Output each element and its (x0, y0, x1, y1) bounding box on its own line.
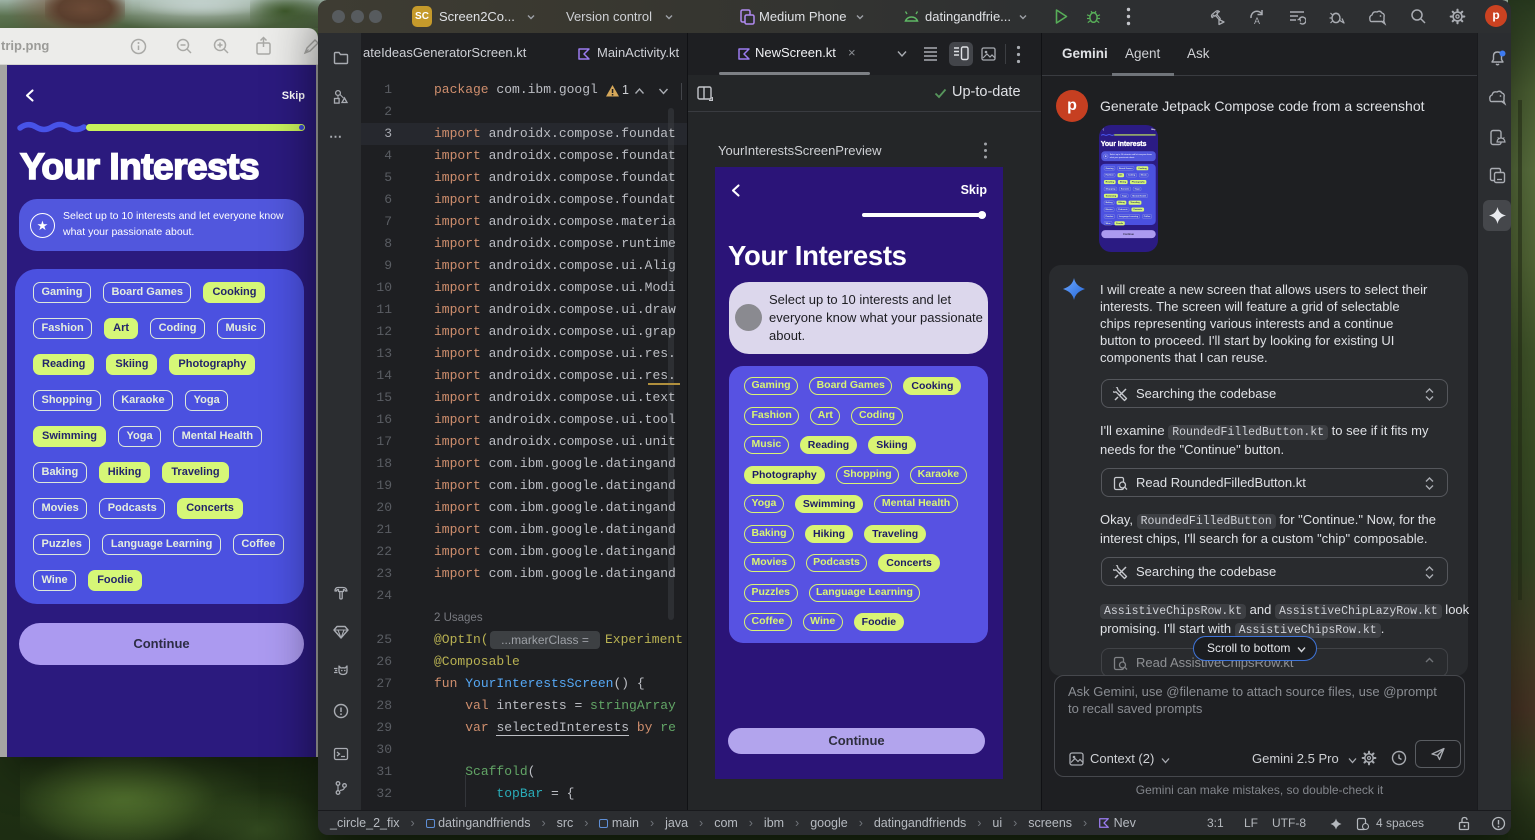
svg-text:A: A (1254, 16, 1260, 26)
